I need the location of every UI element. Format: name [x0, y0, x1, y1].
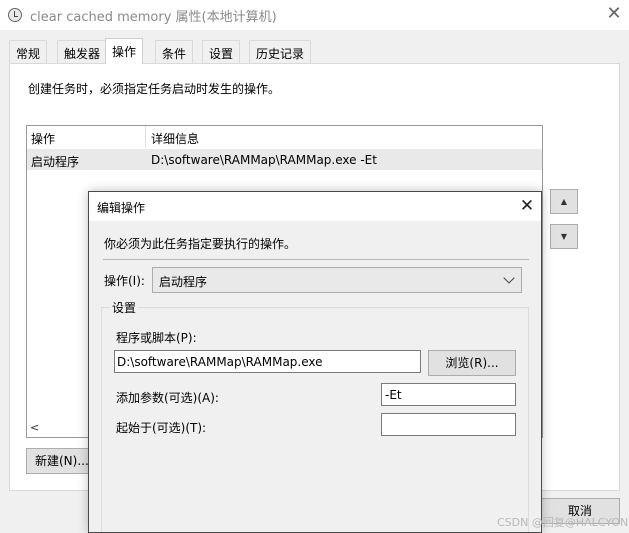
row-action-cell: 启动程序 [31, 155, 80, 169]
dialog-title: 编辑操作 [97, 201, 146, 215]
new-action-button[interactable]: 新建(N)... [26, 448, 93, 474]
browse-button[interactable]: 浏览(R)... [428, 350, 516, 376]
dialog-close-icon[interactable]: ✕ [516, 195, 538, 217]
arguments-input[interactable]: -Et [381, 383, 516, 406]
tab-triggers[interactable]: 触发器 [57, 40, 108, 63]
program-path-input[interactable]: D:\software\RAMMap\RAMMap.exe [114, 350, 421, 373]
program-label: 程序或脚本(P): [116, 331, 197, 345]
column-header-action[interactable]: 操作 [31, 130, 55, 147]
window-close-icon[interactable]: ✕ [604, 4, 624, 24]
start-in-label: 起始于(可选)(T): [116, 421, 207, 435]
tab-actions[interactable]: 操作 [105, 38, 144, 64]
tab-history[interactable]: 历史记录 [249, 40, 312, 63]
scroll-left-icon[interactable]: < [30, 421, 39, 434]
tab-general[interactable]: 常规 [9, 40, 48, 63]
column-header-details[interactable]: 详细信息 [151, 130, 199, 147]
move-up-button[interactable]: ▲ [550, 189, 578, 214]
settings-group-label: 设置 [110, 299, 139, 316]
start-in-input[interactable] [381, 413, 516, 436]
move-down-button[interactable]: ▼ [550, 224, 578, 249]
tab-settings[interactable]: 设置 [202, 40, 241, 63]
edit-action-dialog: 编辑操作 ✕ 你必须为此任务指定要执行的操作。 操作(I): 启动程序 设置 程… [88, 191, 542, 533]
tab-conditions[interactable]: 条件 [155, 40, 194, 63]
dialog-instruction: 你必须为此任务指定要执行的操作。 [104, 237, 297, 251]
dialog-divider [103, 259, 529, 260]
column-separator [145, 126, 146, 148]
watermark: CSDN @回复@HALCYON [497, 516, 629, 529]
action-type-label: 操作(I): [104, 274, 145, 288]
row-details-cell: D:\software\RAMMap\RAMMap.exe -Et [151, 153, 377, 167]
task-clock-icon [8, 8, 22, 22]
arguments-label: 添加参数(可选)(A): [116, 391, 219, 405]
action-type-select[interactable]: 启动程序 [152, 267, 522, 293]
actions-description: 创建任务时，必须指定任务启动时发生的操作。 [28, 82, 281, 96]
dialog-title-bar [89, 192, 541, 221]
window-title: clear cached memory 属性(本地计算机) [30, 10, 277, 25]
